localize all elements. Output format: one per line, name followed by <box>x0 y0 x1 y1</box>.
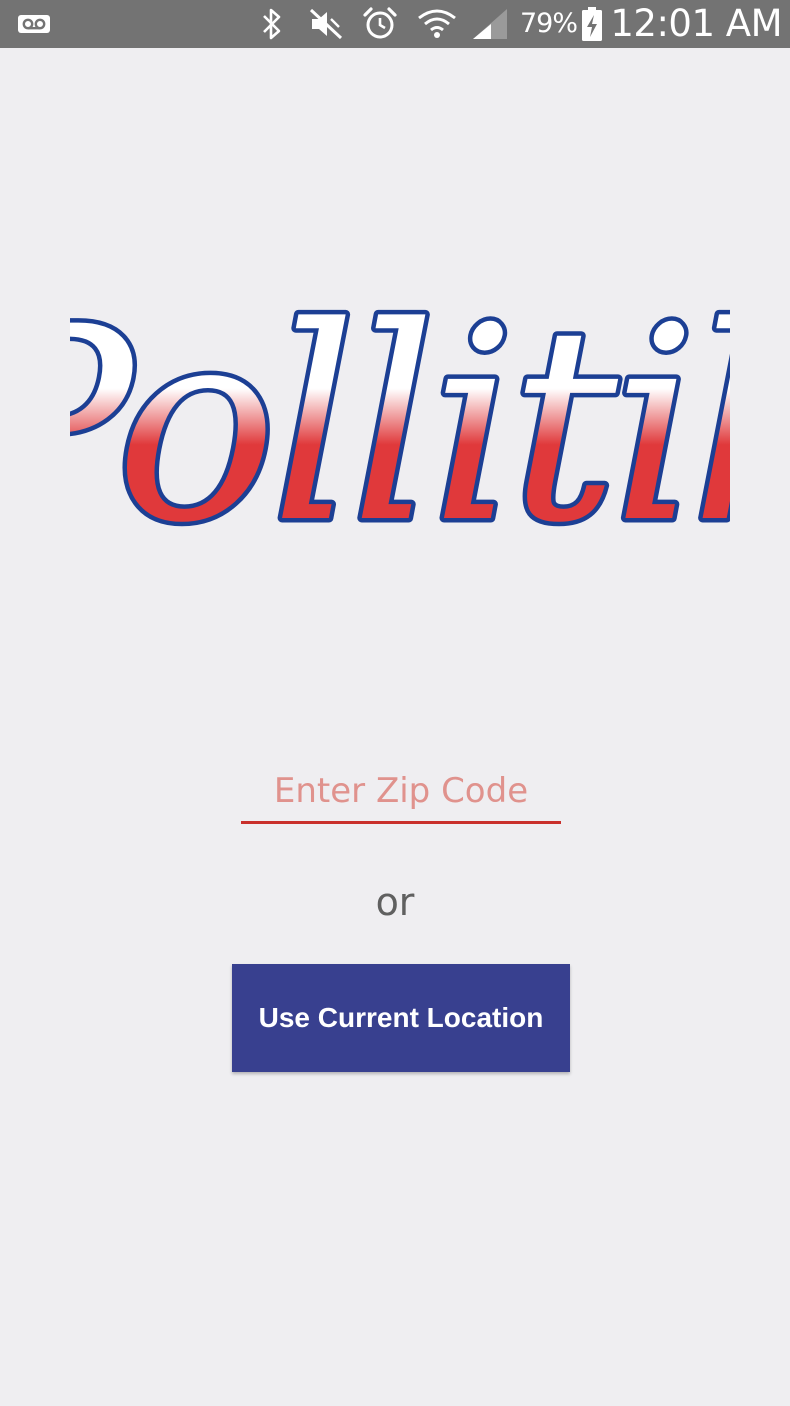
mute-icon <box>306 0 346 48</box>
app-logo-text: Pollitik <box>70 270 730 560</box>
zip-field-container <box>241 760 561 826</box>
battery-percent: 79% <box>520 8 578 39</box>
alarm-icon <box>360 0 400 48</box>
use-current-location-button[interactable]: Use Current Location <box>232 964 570 1072</box>
bluetooth-icon <box>256 0 288 48</box>
clock: 12:01 AM <box>610 2 782 45</box>
wifi-icon <box>414 0 460 48</box>
or-separator: or <box>375 880 415 924</box>
signal-icon <box>468 0 512 48</box>
voicemail-icon <box>14 0 54 48</box>
zip-code-input[interactable] <box>241 760 561 824</box>
app-logo: Pollitik <box>70 270 730 560</box>
status-bar: 79% 12:01 AM <box>0 0 790 48</box>
battery-charging-icon <box>578 0 606 48</box>
